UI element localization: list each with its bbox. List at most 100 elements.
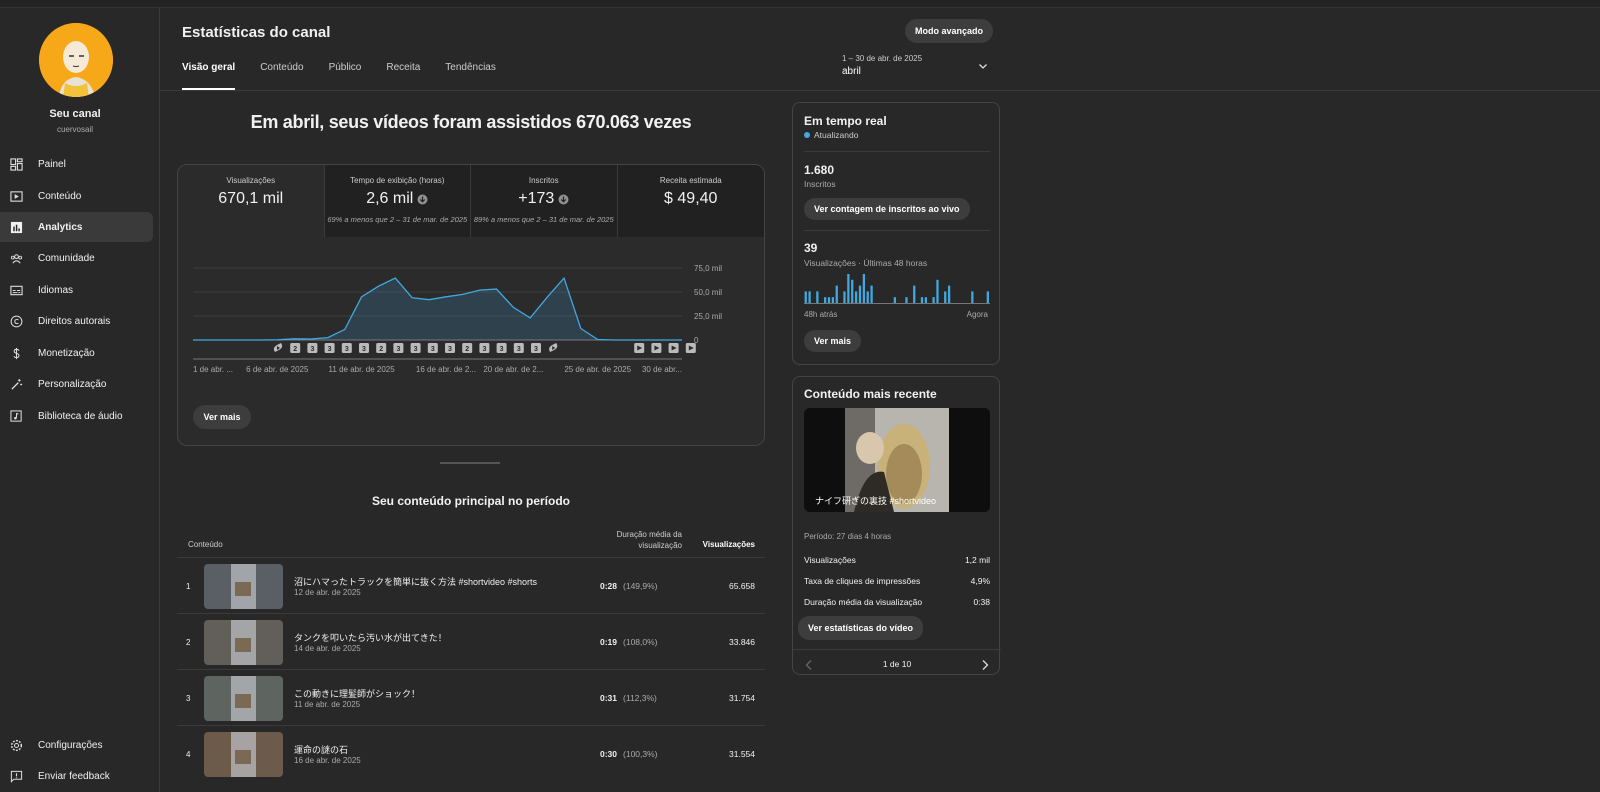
upload-count-marker[interactable]: 3 [427, 343, 438, 353]
realtime-bar[interactable] [843, 291, 846, 303]
realtime-bar[interactable] [847, 274, 850, 303]
realtime-bar-chart[interactable] [804, 273, 990, 304]
video-upload-marker[interactable] [668, 343, 679, 353]
tab-tendencias[interactable]: Tendências [445, 62, 496, 90]
upload-count-marker[interactable]: 3 [341, 343, 352, 353]
realtime-bar[interactable] [816, 291, 819, 303]
upload-count-marker[interactable]: 3 [479, 343, 490, 353]
realtime-bar[interactable] [920, 297, 924, 303]
channel-avatar[interactable] [39, 23, 113, 97]
realtime-bar[interactable] [947, 285, 951, 303]
avg-duration: 0:19 (108,0%) [600, 637, 680, 647]
see-more-button[interactable]: Ver mais [193, 405, 251, 429]
x-tick-label: 1 de abr. ... [193, 365, 233, 374]
video-stats-button[interactable]: Ver estatísticas do vídeo [798, 616, 924, 640]
shorts-upload-marker[interactable] [549, 343, 558, 352]
column-header-content: Conteúdo [188, 540, 223, 549]
upload-count-marker[interactable]: 2 [290, 343, 301, 353]
table-row[interactable]: 4 運命の謎の石 16 de abr. de 2025 0:30 (100,3%)… [177, 725, 765, 781]
video-upload-marker[interactable] [651, 343, 662, 353]
upload-count-marker[interactable]: 3 [359, 343, 369, 353]
recent-video-thumbnail[interactable]: ナイフ研ぎの裏技 #shortvideo [804, 408, 990, 512]
realtime-bar[interactable] [870, 285, 873, 303]
chevron-right-icon[interactable] [980, 659, 990, 671]
realtime-bar[interactable] [854, 291, 858, 303]
sidebar-item-direitos-autorais[interactable]: Direitos autorais [0, 306, 153, 336]
table-row[interactable]: 1 沼にハマったトラックを簡単に抜く方法 #shortvideo #shorts… [177, 557, 765, 613]
upload-count-marker[interactable]: 3 [513, 343, 524, 353]
sidebar-item-monetizacao[interactable]: Monetização [0, 338, 153, 368]
realtime-bar[interactable] [986, 291, 989, 303]
upload-count-marker[interactable]: 3 [410, 343, 421, 353]
realtime-bar[interactable] [905, 297, 908, 303]
realtime-bar[interactable] [823, 297, 827, 303]
upload-count-marker[interactable]: 3 [307, 343, 318, 353]
views-chart[interactable]: 75,0 mil50,0 mil25,0 mil02 3 3 3 3 2 3 3 3 3 2 3 3 3 3… [178, 237, 765, 387]
video-thumbnail[interactable] [204, 676, 283, 721]
tab-conteudo[interactable]: Conteúdo [260, 62, 303, 90]
tab-receita[interactable]: Receita [386, 62, 420, 90]
realtime-bar[interactable] [932, 297, 935, 303]
realtime-bar[interactable] [924, 297, 927, 303]
upload-count-marker[interactable]: 2 [376, 343, 387, 353]
sidebar-item-conteudo[interactable]: Conteúdo [0, 181, 153, 211]
realtime-bar[interactable] [936, 279, 939, 303]
sidebar-item-biblioteca-de-audio[interactable]: Biblioteca de áudio [0, 401, 153, 431]
realtime-bar[interactable] [831, 297, 834, 303]
realtime-bar[interactable] [851, 279, 854, 303]
video-upload-marker[interactable] [685, 343, 696, 353]
upload-count-marker[interactable]: 3 [445, 343, 455, 353]
chevron-down-icon[interactable] [977, 60, 989, 72]
upload-count-marker[interactable]: 3 [393, 343, 404, 353]
video-title[interactable]: 運命の謎の石 [294, 743, 348, 756]
sidebar-item-idiomas[interactable]: Idiomas [0, 275, 153, 305]
realtime-bar[interactable] [835, 285, 838, 303]
realtime-bar[interactable] [827, 297, 831, 303]
upload-count-marker[interactable]: 3 [531, 343, 541, 353]
shorts-upload-marker[interactable] [273, 343, 283, 352]
realtime-title: Em tempo real [804, 114, 887, 128]
tab-visao-geral[interactable]: Visão geral [182, 62, 236, 90]
column-header-duration[interactable]: Duração média da visualização [600, 529, 682, 551]
video-title[interactable]: この動きに理髪師がショック！ [294, 687, 420, 700]
upload-count-marker[interactable]: 2 [462, 343, 473, 353]
realtime-bar[interactable] [808, 291, 811, 303]
table-row[interactable]: 3 この動きに理髪師がショック！ 11 de abr. de 2025 0:31… [177, 669, 765, 725]
video-title[interactable]: 沼にハマったトラックを簡単に抜く方法 #shortvideo #shorts [294, 575, 537, 588]
video-thumbnail[interactable] [204, 620, 283, 665]
video-thumbnail[interactable] [204, 564, 283, 609]
feedback-icon [9, 769, 23, 783]
metric-subscribers[interactable]: Inscritos +173 89% a menos que 2 – 31 de… [471, 165, 618, 237]
realtime-bar[interactable] [913, 285, 916, 303]
sidebar-item-configuracoes[interactable]: Configurações [0, 730, 153, 760]
realtime-bar[interactable] [858, 285, 862, 303]
sidebar-item-personalizacao[interactable]: Personalização [0, 369, 153, 399]
table-row[interactable]: 2 タンクを叩いたら汚い水が出てきた！ 14 de abr. de 2025 0… [177, 613, 765, 669]
advanced-mode-button[interactable]: Modo avançado [905, 19, 993, 43]
duration-percent: (149,9%) [623, 581, 658, 591]
realtime-bar[interactable] [971, 291, 974, 303]
sidebar-item-painel[interactable]: Painel [0, 149, 153, 179]
upload-count-marker[interactable]: 3 [496, 343, 507, 353]
sidebar-item-comunidade[interactable]: Comunidade [0, 243, 153, 273]
sidebar-item-analytics[interactable]: Analytics [0, 212, 153, 242]
realtime-bar[interactable] [866, 291, 869, 303]
realtime-bar[interactable] [804, 291, 807, 303]
metric-views[interactable]: Visualizações 670,1 mil [178, 165, 325, 237]
video-title[interactable]: タンクを叩いたら汚い水が出てきた！ [294, 631, 447, 644]
upload-count-marker[interactable]: 3 [324, 343, 335, 353]
video-upload-marker[interactable] [634, 343, 645, 353]
tab-publico[interactable]: Público [329, 62, 362, 90]
sidebar-item-enviar-feedback[interactable]: Enviar feedback [0, 761, 153, 791]
realtime-see-more-button[interactable]: Ver mais [804, 330, 862, 352]
metric-watch-time[interactable]: Tempo de exibição (horas) 2,6 mil 69% a … [324, 165, 471, 237]
realtime-bar[interactable] [893, 297, 896, 303]
realtime-bar[interactable] [944, 291, 947, 303]
video-thumbnail[interactable] [204, 732, 283, 777]
realtime-bar[interactable] [862, 274, 865, 303]
live-subscribers-button[interactable]: Ver contagem de inscritos ao vivo [804, 198, 970, 220]
date-range-value[interactable]: abril [842, 66, 861, 77]
metric-revenue[interactable]: Receita estimada $ 49,40 [617, 165, 764, 237]
column-header-views[interactable]: Visualizações [690, 540, 755, 549]
date-range-label[interactable]: 1 – 30 de abr. de 2025 [842, 54, 922, 63]
